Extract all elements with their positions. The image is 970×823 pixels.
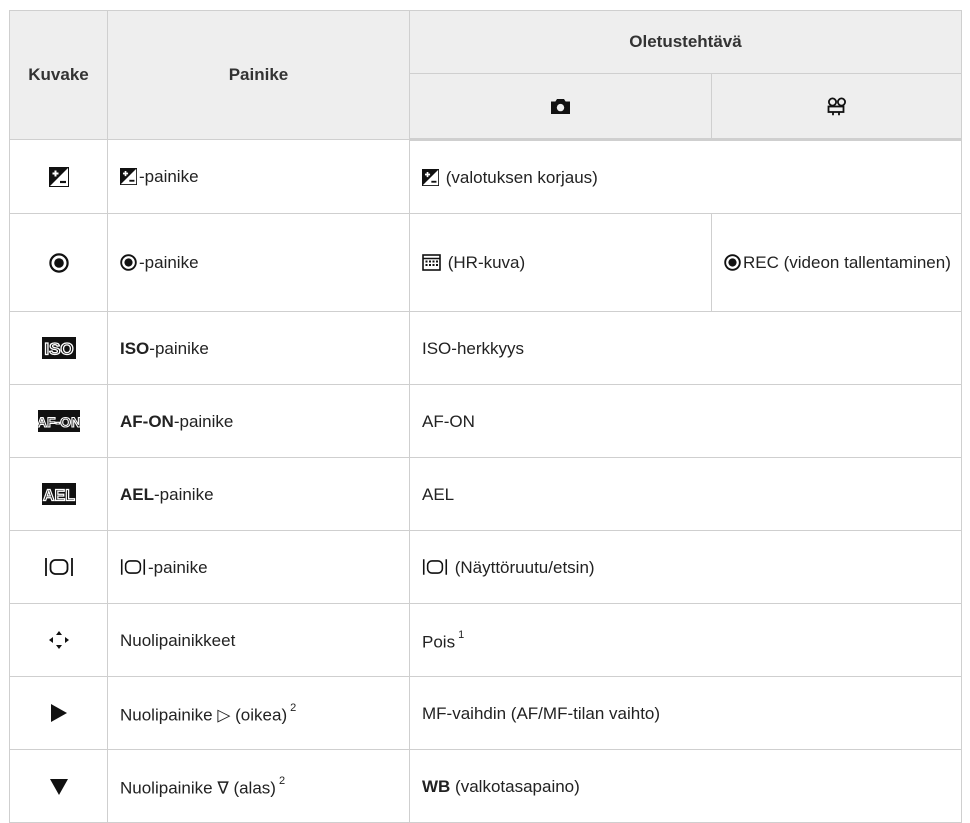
- svg-text:AEL: AEL: [43, 488, 75, 505]
- button-label: -painike: [173, 411, 234, 431]
- button-cell: -painike: [107, 139, 410, 214]
- row-icon-cell: ISO: [9, 311, 108, 385]
- button-cell: -painike: [107, 530, 410, 604]
- function-label: (valkotasapaino): [450, 776, 580, 796]
- header-default-function: Oletustehtävä: [409, 10, 962, 74]
- function-movie-label: REC (videon tallentaminen): [743, 253, 951, 272]
- function-label: (Näyttöruutu/etsin): [450, 557, 595, 577]
- row-icon-cell: [9, 603, 108, 677]
- button-direction: (alas): [228, 778, 276, 798]
- header-icon: Kuvake: [9, 10, 108, 140]
- exposure-compensation-icon: [48, 166, 69, 187]
- function-cell: Pois 1: [409, 603, 962, 677]
- ael-icon: AEL: [41, 483, 76, 505]
- lv-switch-icon: [422, 558, 448, 576]
- button-label: -painike: [139, 253, 199, 272]
- function-label: (valotuksen korjaus): [441, 167, 598, 187]
- arrow-pad-icon: [48, 630, 70, 650]
- function-photo-label: (HR-kuva): [443, 253, 526, 272]
- movie-camera-icon: [827, 97, 847, 116]
- button-name-bold: AEL: [120, 484, 154, 504]
- row-icon-cell: AEL: [9, 457, 108, 531]
- button-name-bold: AF-ON: [120, 411, 174, 431]
- button-cell: Nuolipainikkeet: [107, 603, 410, 677]
- table-row: AF-ON AF-ON-painike AF-ON: [9, 384, 962, 458]
- record-icon: [724, 254, 741, 271]
- table-row: ISO ISO-painike ISO-herkkyys: [9, 311, 962, 385]
- iso-icon: ISO: [41, 337, 76, 359]
- function-cell: (valotuksen korjaus): [409, 139, 962, 214]
- footnote-ref: 2: [278, 774, 286, 787]
- table-row: -painike (Näyttöruutu/etsin): [9, 530, 962, 604]
- table-row: AEL AEL-painike AEL: [9, 457, 962, 531]
- table-row: Nuolipainike ∇ (alas) 2 WB (valkotasapain…: [9, 749, 962, 823]
- button-cell: AEL-painike: [107, 457, 410, 531]
- button-label: -painike: [139, 167, 199, 186]
- function-cell: (Näyttöruutu/etsin): [409, 530, 962, 604]
- table-row: Nuolipainike ▷ (oikea) 2 MF-vaihdin (AF/M…: [9, 676, 962, 750]
- row-icon-cell: [9, 676, 108, 750]
- function-cell: WB (valkotasapaino): [409, 749, 962, 823]
- button-function-table: Kuvake Painike Oletustehtävä -painike (v…: [9, 10, 962, 823]
- button-direction: (oikea): [230, 705, 288, 725]
- right-arrow-icon: ▷: [217, 705, 231, 725]
- header-button: Painike: [107, 10, 410, 140]
- button-label: Nuolipainike: [120, 778, 218, 798]
- function-cell: ISO-herkkyys: [409, 311, 962, 385]
- af-on-icon: AF-ON: [37, 410, 80, 432]
- button-label: Nuolipainikkeet: [120, 630, 236, 650]
- button-cell: -painike: [107, 213, 410, 312]
- record-icon: [48, 253, 69, 273]
- table-row: -painike (valotuksen korjaus): [9, 139, 962, 214]
- function-label: AF-ON: [422, 411, 475, 431]
- button-cell: Nuolipainike ∇ (alas) 2: [107, 749, 410, 823]
- exposure-compensation-icon: [120, 168, 137, 186]
- button-name-bold: ISO: [120, 338, 150, 358]
- header-photo: [409, 73, 712, 141]
- function-label: AEL: [422, 484, 455, 504]
- svg-text:ISO: ISO: [44, 340, 73, 359]
- button-cell: AF-ON-painike: [107, 384, 410, 458]
- exposure-compensation-icon: [422, 168, 439, 186]
- function-photo-cell: (HR-kuva): [409, 213, 712, 312]
- header-movie: [711, 73, 962, 141]
- right-triangle-icon: [50, 703, 68, 723]
- button-label: -painike: [154, 484, 214, 504]
- row-icon-cell: [9, 530, 108, 604]
- row-icon-cell: [9, 139, 108, 214]
- function-bold: WB: [422, 776, 451, 796]
- function-label: ISO-herkkyys: [422, 338, 525, 358]
- button-label: -painike: [149, 338, 209, 358]
- row-icon-cell: AF-ON: [9, 384, 108, 458]
- footnote-ref: 1: [458, 628, 465, 641]
- table-row: -painike (HR-kuva) REC (videon tallentam…: [9, 213, 962, 312]
- button-cell: Nuolipainike ▷ (oikea) 2: [107, 676, 410, 750]
- function-label: Pois: [422, 632, 456, 652]
- row-icon-cell: [9, 749, 108, 823]
- table-row: Nuolipainikkeet Pois 1: [9, 603, 962, 677]
- record-icon: [120, 254, 137, 271]
- button-cell: ISO-painike: [107, 311, 410, 385]
- function-cell: AEL: [409, 457, 962, 531]
- button-label: -painike: [148, 557, 208, 577]
- hr-shot-icon: [422, 254, 441, 271]
- lv-switch-icon: [120, 558, 146, 576]
- camera-icon: [551, 99, 570, 115]
- row-icon-cell: [9, 213, 108, 312]
- down-triangle-icon: [49, 778, 69, 796]
- button-label: Nuolipainike: [120, 705, 218, 725]
- function-label: MF-vaihdin (AF/MF-tilan vaihto): [422, 703, 661, 723]
- down-arrow-icon: ∇: [217, 778, 229, 798]
- function-movie-cell: REC (videon tallentaminen): [711, 213, 962, 312]
- footnote-ref: 2: [290, 701, 297, 714]
- lv-switch-icon: [44, 557, 74, 577]
- function-cell: MF-vaihdin (AF/MF-tilan vaihto): [409, 676, 962, 750]
- svg-text:AF-ON: AF-ON: [38, 414, 80, 430]
- function-cell: AF-ON: [409, 384, 962, 458]
